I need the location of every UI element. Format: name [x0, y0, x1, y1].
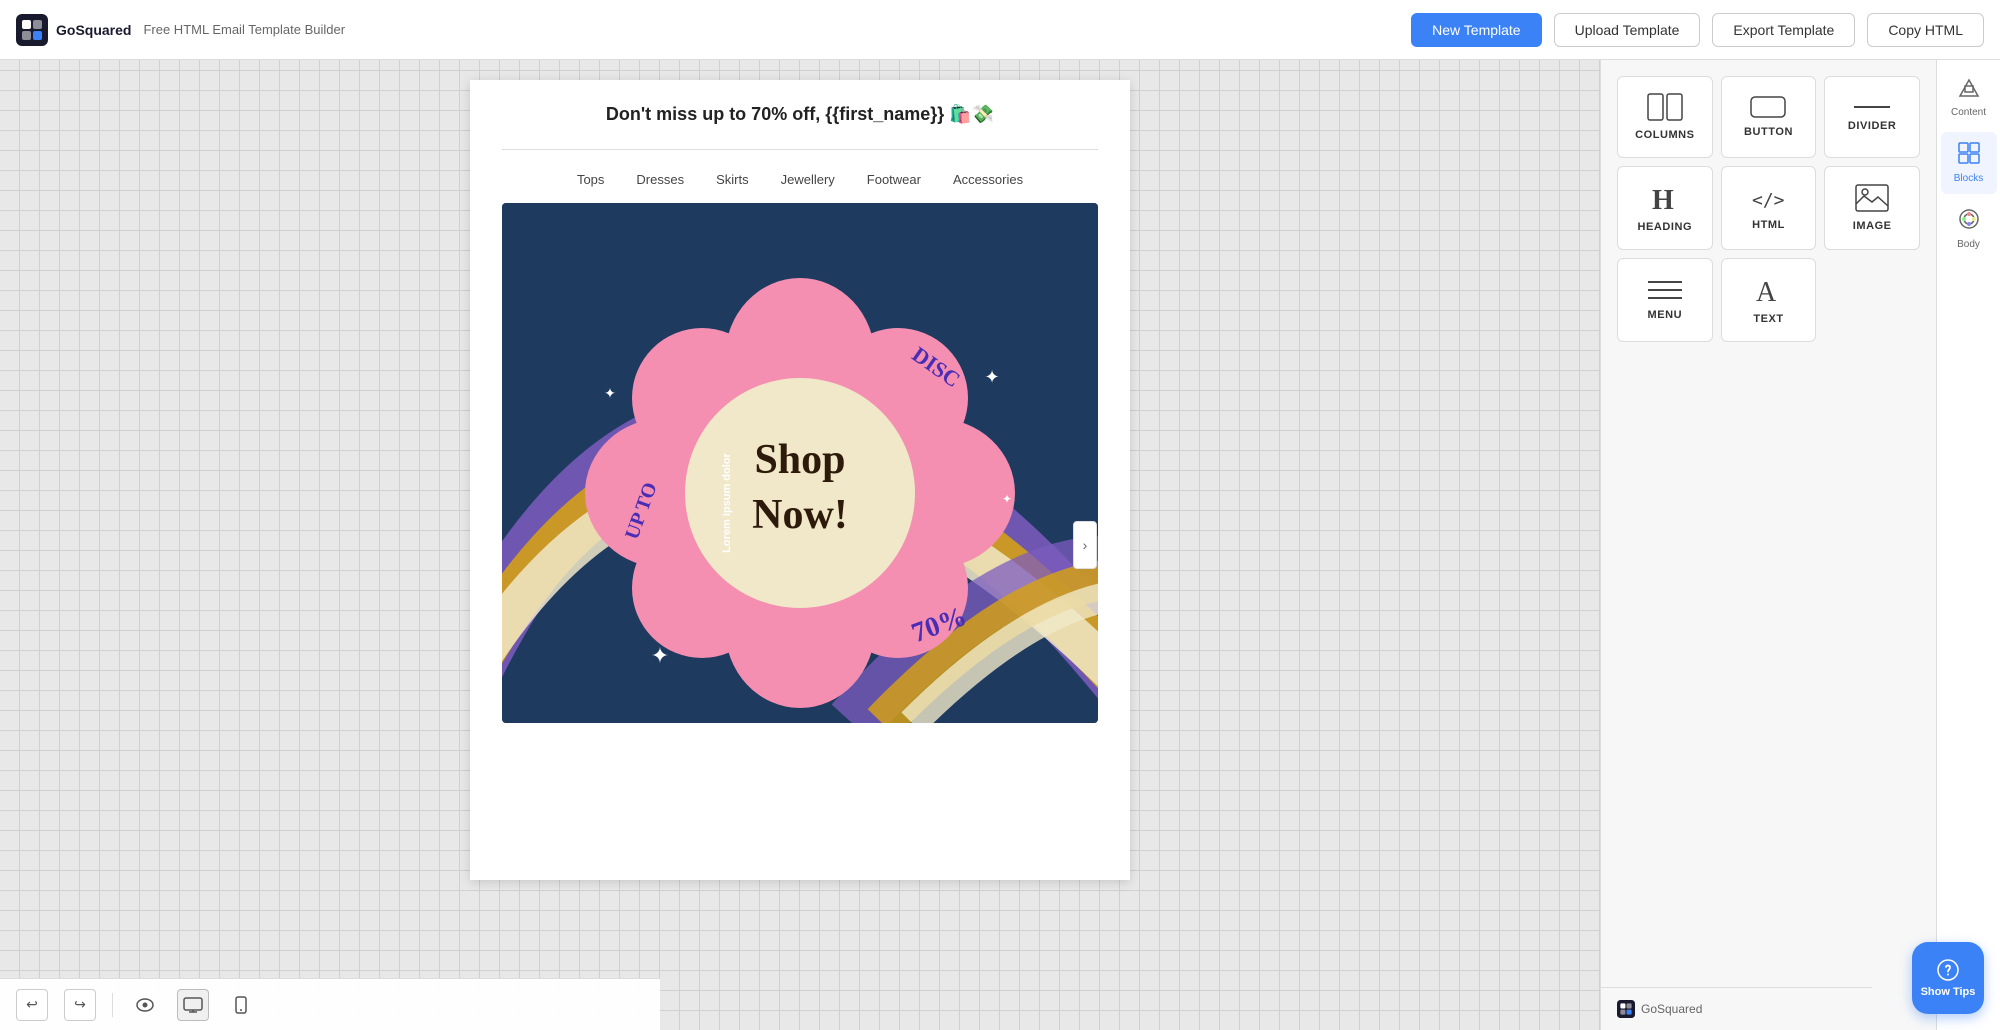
content-tab-label: Content: [1951, 107, 1986, 118]
toolbar-separator: [112, 993, 113, 1017]
main-layout: Don't miss up to 70% off, {{first_name}}…: [0, 60, 2000, 1030]
panel-footer: GoSquared: [1601, 987, 1872, 1030]
export-template-button[interactable]: Export Template: [1712, 13, 1855, 47]
html-icon: </>: [1750, 185, 1786, 211]
menu-label: MENU: [1648, 309, 1683, 321]
nav-tops[interactable]: Tops: [577, 172, 604, 187]
app-title: Free HTML Email Template Builder: [143, 22, 345, 37]
nav-accessories[interactable]: Accessories: [953, 172, 1023, 187]
shop-banner-svg: Shop Now! UP TO DISC 70% Lorem ipsum dol…: [502, 203, 1098, 723]
blocks-tab-label: Blocks: [1954, 173, 1983, 184]
block-heading[interactable]: H HEADING: [1617, 166, 1713, 250]
preview-button[interactable]: [129, 989, 161, 1021]
menu-icon: [1648, 279, 1682, 301]
columns-icon: [1647, 93, 1683, 121]
block-image[interactable]: IMAGE: [1824, 166, 1920, 250]
topbar: GoSquared Free HTML Email Template Build…: [0, 0, 2000, 60]
email-header: Don't miss up to 70% off, {{first_name}}…: [470, 80, 1130, 137]
email-image-block: Shop Now! UP TO DISC 70% Lorem ipsum dol…: [470, 203, 1130, 743]
mobile-icon: [235, 996, 247, 1014]
svg-text:Shop: Shop: [754, 437, 845, 483]
gosquared-wordmark: GoSquared: [56, 22, 131, 38]
image-icon: [1855, 184, 1889, 212]
block-button[interactable]: BUTTON: [1721, 76, 1817, 158]
mobile-view-button[interactable]: [225, 989, 257, 1021]
tab-blocks[interactable]: Blocks: [1941, 132, 1997, 194]
bottom-toolbar: ↩ ↪: [0, 978, 660, 1030]
block-columns[interactable]: COLUMNS: [1617, 76, 1713, 158]
svg-text:</>: </>: [1752, 190, 1785, 211]
show-tips-button[interactable]: Show Tips: [1912, 942, 1984, 1014]
gosquared-logo: [16, 14, 48, 46]
block-html[interactable]: </> HTML: [1721, 166, 1817, 250]
text-icon: A: [1753, 275, 1783, 305]
content-tab-icon: [1958, 78, 1980, 103]
image-label: IMAGE: [1853, 220, 1892, 232]
show-tips-icon: [1936, 958, 1960, 982]
svg-text:H: H: [1652, 185, 1674, 213]
divider-label: DIVIDER: [1848, 120, 1896, 132]
divider-icon: [1854, 102, 1890, 112]
svg-text:Lorem ipsum dolor: Lorem ipsum dolor: [721, 452, 733, 552]
footer-gosquared-label: GoSquared: [1641, 1002, 1702, 1016]
shop-banner: Shop Now! UP TO DISC 70% Lorem ipsum dol…: [502, 203, 1098, 723]
nav-skirts[interactable]: Skirts: [716, 172, 749, 187]
columns-label: COLUMNS: [1635, 129, 1694, 141]
email-subject: Don't miss up to 70% off, {{first_name}}…: [502, 104, 1098, 125]
show-tips-label: Show Tips: [1921, 986, 1976, 998]
redo-button[interactable]: ↪: [64, 989, 96, 1021]
desktop-view-button[interactable]: [177, 989, 209, 1021]
block-text[interactable]: A TEXT: [1721, 258, 1817, 342]
email-divider: [502, 149, 1098, 150]
tab-body[interactable]: Body: [1941, 198, 1997, 260]
copy-html-button[interactable]: Copy HTML: [1867, 13, 1984, 47]
block-grid: COLUMNS BUTTON: [1617, 76, 1920, 342]
side-tabs: Content Blocks: [1936, 60, 2000, 1030]
new-template-button[interactable]: New Template: [1411, 13, 1541, 47]
upload-template-button[interactable]: Upload Template: [1554, 13, 1701, 47]
logo-area: GoSquared Free HTML Email Template Build…: [16, 14, 345, 46]
text-label: TEXT: [1753, 313, 1783, 325]
blocks-tab-icon: [1958, 142, 1980, 169]
nav-dresses[interactable]: Dresses: [636, 172, 684, 187]
heading-label: HEADING: [1638, 221, 1693, 233]
panel-toggle-button[interactable]: ›: [1073, 521, 1097, 569]
preview-icon: [136, 998, 154, 1012]
html-label: HTML: [1752, 219, 1785, 231]
svg-text:✦: ✦: [604, 385, 616, 401]
svg-text:✦: ✦: [651, 643, 669, 668]
block-menu[interactable]: MENU: [1617, 258, 1713, 342]
right-panel: COLUMNS BUTTON: [1600, 60, 2000, 1030]
email-nav: Tops Dresses Skirts Jewellery Footwear A…: [470, 162, 1130, 203]
canvas-area: Don't miss up to 70% off, {{first_name}}…: [0, 60, 1600, 1030]
footer-logo-icon: [1617, 1000, 1635, 1018]
svg-text:✦: ✦: [1002, 492, 1012, 506]
block-divider[interactable]: DIVIDER: [1824, 76, 1920, 158]
heading-icon: H: [1650, 183, 1680, 213]
blocks-panel: COLUMNS BUTTON: [1601, 60, 1936, 1030]
undo-button[interactable]: ↩: [16, 989, 48, 1021]
svg-text:✦: ✦: [984, 367, 999, 387]
button-label: BUTTON: [1744, 126, 1793, 138]
svg-text:Now!: Now!: [752, 492, 848, 538]
body-tab-label: Body: [1957, 239, 1980, 250]
tab-content[interactable]: Content: [1941, 68, 1997, 128]
nav-footwear[interactable]: Footwear: [867, 172, 921, 187]
svg-text:A: A: [1756, 277, 1777, 305]
body-tab-icon: [1958, 208, 1980, 235]
email-canvas: Don't miss up to 70% off, {{first_name}}…: [470, 80, 1130, 880]
nav-jewellery[interactable]: Jewellery: [781, 172, 835, 187]
button-icon: [1750, 96, 1786, 118]
desktop-icon: [183, 997, 203, 1013]
